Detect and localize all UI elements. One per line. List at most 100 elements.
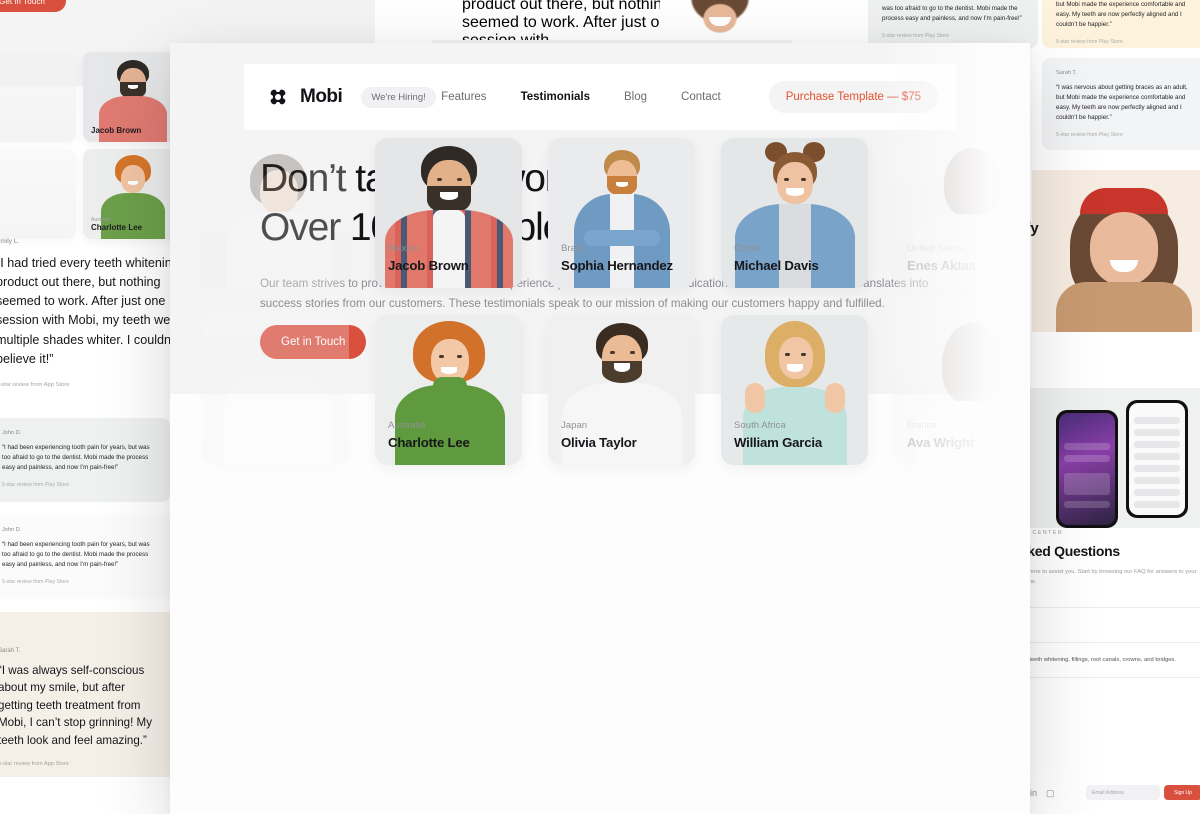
bg-mini-card[interactable] — [0, 149, 76, 239]
navbar: Mobi We're Hiring! Features Testimonials… — [244, 64, 956, 130]
testimonial-caption: Australia Charlotte Lee — [388, 419, 470, 452]
bg-mini-col-1 — [0, 52, 76, 239]
bg-face-shape — [1090, 212, 1158, 286]
grid-column-3: China Michael Davis South Africa William… — [721, 138, 868, 465]
grid-column-2: Brazil Sophia Hernandez Japan Olivia Tay… — [548, 138, 695, 465]
testimonial-card-michael-davis[interactable]: China Michael Davis — [721, 138, 868, 288]
bg-headband-shape — [1080, 188, 1168, 214]
nav-link-contact[interactable]: Contact — [681, 91, 721, 103]
clover-logo-icon — [266, 85, 290, 109]
bg-mini-card[interactable]: Jacob Brown — [83, 52, 181, 142]
bg-get-in-touch-button[interactable]: Get in Touch — [0, 0, 66, 12]
person-illustration — [202, 315, 349, 465]
bg-mini-card-name: Jacob Brown — [91, 125, 142, 135]
bg-quote-text: “I had been experiencing tooth pain for … — [2, 444, 150, 472]
bg-quote-sarah-right: Sarah T. “I was nervous about getting br… — [1042, 58, 1200, 150]
brand[interactable]: Mobi We're Hiring! — [266, 85, 436, 109]
bg-footer: in ▢ Email Address Sign Up — [1006, 772, 1200, 814]
nav-links: Features Testimonials Blog Contact Purch… — [441, 81, 938, 113]
bg-quote-john-2: John D. “I had been experiencing tooth p… — [0, 515, 170, 600]
bg-quote-text: “I had been experiencing tooth pain for … — [2, 541, 150, 569]
bg-quote-text: “I was nervous about getting braces as a… — [1056, 84, 1188, 122]
bg-faq-section: HELP CENTER Asked Questions we are here … — [1010, 530, 1200, 712]
testimonial-caption: South Africa William Garcia — [734, 419, 822, 452]
bg-hero-photo-headband — [1032, 170, 1200, 332]
bg-phone-screen — [1059, 413, 1115, 525]
bg-quote-text: “I had tried every teeth whitening produ… — [0, 256, 182, 366]
nav-link-testimonials[interactable]: Testimonials — [521, 91, 590, 103]
testimonial-card-olivia-taylor[interactable]: Japan Olivia Taylor — [548, 315, 695, 465]
bg-strip — [1004, 332, 1200, 366]
testimonial-card-jacob-brown[interactable]: Mexico Jacob Brown — [375, 138, 522, 288]
screenshot-root: Get in Touch Jacob Brown Australia Charl… — [0, 0, 1200, 814]
testimonial-name: William Garcia — [734, 434, 822, 450]
testimonial-caption: China Michael Davis — [734, 242, 819, 275]
hiring-badge[interactable]: We're Hiring! — [361, 86, 436, 108]
bg-social-links: in ▢ — [1030, 788, 1055, 799]
bg-mini-card[interactable]: Australia Charlotte Lee — [83, 149, 181, 239]
bg-phone-screen — [1129, 403, 1185, 515]
testimonial-caption: Brazil Sophia Hernandez — [561, 242, 673, 275]
testimonial-name: Olivia Taylor — [561, 434, 637, 450]
testimonial-name: Jacob Brown — [388, 257, 469, 273]
nav-link-blog[interactable]: Blog — [624, 91, 647, 103]
bg-quote-source: 5-star review from Play Store — [2, 482, 69, 489]
testimonial-name: Michael Davis — [734, 257, 819, 273]
testimonial-country: Mexico — [388, 243, 419, 255]
bg-quote-source: 5-star review from Play Store — [1056, 39, 1123, 46]
bg-mini-card-caption: Jacob Brown — [91, 126, 141, 136]
bg-mini-card-name: Charlotte Lee — [91, 222, 143, 232]
bg-quote-source: 5-star review from Play Store — [2, 579, 69, 586]
bg-quote-source: 5-star review from App Store — [0, 760, 69, 767]
testimonial-card-sophia-hernandez[interactable]: Brazil Sophia Hernandez — [548, 138, 695, 288]
instagram-icon[interactable]: ▢ — [1046, 788, 1055, 799]
testimonial-country: Japan — [561, 420, 588, 432]
bg-quote-author: Sarah T. — [0, 648, 21, 654]
brand-name: Mobi — [300, 86, 343, 107]
bg-quote-text: “I was always self-conscious about my sm… — [0, 664, 153, 747]
bg-phone-mock-dark — [1056, 410, 1118, 528]
bg-quote-author: John D. — [2, 430, 22, 436]
testimonial-card[interactable] — [202, 315, 349, 465]
bg-quote-author: Sarah T. — [1056, 70, 1077, 76]
testimonial-name: Sophia Hernandez — [561, 257, 673, 273]
bg-quote-john-top-right: was too afraid to go to the dentist. Mob… — [868, 0, 1038, 48]
bg-quote-text: but Mobi made the experience comfortable… — [1056, 1, 1186, 29]
bg-quote-author: John D. — [2, 527, 22, 533]
testimonial-card-charlotte-lee[interactable]: Australia Charlotte Lee — [375, 315, 522, 465]
bg-email-input[interactable]: Email Address — [1086, 785, 1160, 800]
bg-quote-source: 5-star review from Play Store — [882, 33, 949, 40]
grid-column-0 — [202, 138, 349, 465]
testimonial-caption: Japan Olivia Taylor — [561, 419, 637, 452]
bg-body-shape — [1056, 282, 1192, 332]
bg-mini-col-2: Jacob Brown Australia Charlotte Lee — [83, 52, 181, 239]
bg-quote-text: was too afraid to go to the dentist. Mob… — [882, 5, 1022, 23]
linkedin-icon[interactable]: in — [1030, 788, 1037, 799]
bg-quote-sarah-beige: Sarah T. “I was always self-conscious ab… — [0, 612, 174, 777]
bg-quote-john-1: John D. “I had been experiencing tooth p… — [0, 418, 170, 503]
bg-faq-title: Asked Questions — [1010, 543, 1120, 559]
bg-smile-shape — [709, 16, 731, 26]
bg-faq-eyebrow: HELP CENTER — [1010, 530, 1064, 536]
bg-faq-paragraph: we are here to assist you. Start by brow… — [1010, 569, 1197, 585]
nav-link-features[interactable]: Features — [441, 91, 486, 103]
person-illustration — [202, 138, 349, 288]
bg-quote-source: 5-star review from Play Store — [1056, 132, 1123, 139]
grid-fade-overlay — [880, 43, 1030, 814]
bg-phone-showcase — [1022, 388, 1200, 528]
bg-quote-source: 5-star review from App Store — [0, 381, 70, 388]
bg-mini-card-caption: Australia Charlotte Lee — [91, 217, 142, 233]
testimonial-card-william-garcia[interactable]: South Africa William Garcia — [721, 315, 868, 465]
bg-quote-emily: Emily L. “I had tried every teeth whiten… — [0, 238, 186, 388]
testimonial-card[interactable] — [202, 138, 349, 288]
testimonial-country: China — [734, 243, 760, 255]
foreground-page-window: Mobi We're Hiring! Features Testimonials… — [170, 43, 1030, 814]
bg-mini-card[interactable] — [0, 52, 76, 142]
bg-faq-question-row[interactable] — [1010, 677, 1200, 712]
bg-faq-question-row[interactable] — [1010, 607, 1200, 642]
grid-column-1: Mexico Jacob Brown Australia Charlotte L… — [375, 138, 522, 465]
bg-signup-button[interactable]: Sign Up — [1164, 785, 1200, 800]
bg-quote-sarah-top-right: but Mobi made the experience comfortable… — [1042, 0, 1200, 48]
testimonial-country: Brazil — [561, 243, 585, 255]
bg-quote-author: Emily L. — [0, 238, 20, 245]
